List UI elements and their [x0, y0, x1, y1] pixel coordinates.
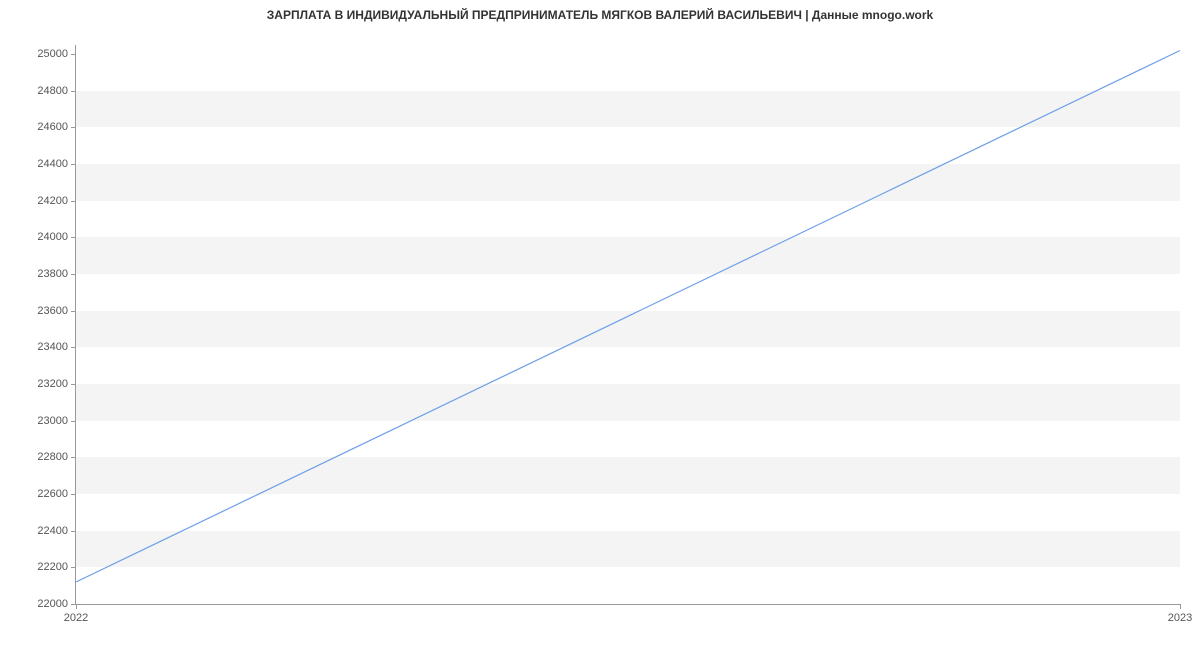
y-tick: [71, 127, 76, 128]
y-tick: [71, 274, 76, 275]
y-tick-label: 24200: [37, 195, 68, 207]
series-polyline: [76, 50, 1180, 582]
y-tick-label: 23200: [37, 378, 68, 390]
y-tick: [71, 311, 76, 312]
y-tick-label: 23600: [37, 305, 68, 317]
y-tick: [71, 567, 76, 568]
y-tick-label: 23800: [37, 268, 68, 280]
x-tick: [1180, 604, 1181, 609]
y-tick-label: 22800: [37, 451, 68, 463]
y-tick-label: 24400: [37, 158, 68, 170]
y-tick-label: 25000: [37, 48, 68, 60]
y-tick: [71, 421, 76, 422]
y-tick: [71, 54, 76, 55]
x-tick-label: 2023: [1168, 612, 1192, 624]
x-tick-label: 2022: [64, 612, 88, 624]
x-tick: [76, 604, 77, 609]
y-tick-label: 22200: [37, 561, 68, 573]
y-tick: [71, 384, 76, 385]
chart-title: ЗАРПЛАТА В ИНДИВИДУАЛЬНЫЙ ПРЕДПРИНИМАТЕЛ…: [0, 8, 1200, 22]
y-tick: [71, 237, 76, 238]
y-tick: [71, 494, 76, 495]
y-tick-label: 24000: [37, 231, 68, 243]
chart-container: ЗАРПЛАТА В ИНДИВИДУАЛЬНЫЙ ПРЕДПРИНИМАТЕЛ…: [0, 0, 1200, 650]
y-tick-label: 22000: [37, 598, 68, 610]
y-tick-label: 24600: [37, 121, 68, 133]
line-series: [76, 45, 1180, 604]
y-tick: [71, 531, 76, 532]
y-tick-label: 22400: [37, 525, 68, 537]
y-tick-label: 22600: [37, 488, 68, 500]
y-tick-label: 23000: [37, 415, 68, 427]
y-tick: [71, 164, 76, 165]
y-tick-label: 24800: [37, 85, 68, 97]
y-tick: [71, 347, 76, 348]
y-tick: [71, 201, 76, 202]
y-tick: [71, 457, 76, 458]
plot-area: 2200022200224002260022800230002320023400…: [75, 45, 1180, 605]
y-tick: [71, 91, 76, 92]
y-tick-label: 23400: [37, 341, 68, 353]
